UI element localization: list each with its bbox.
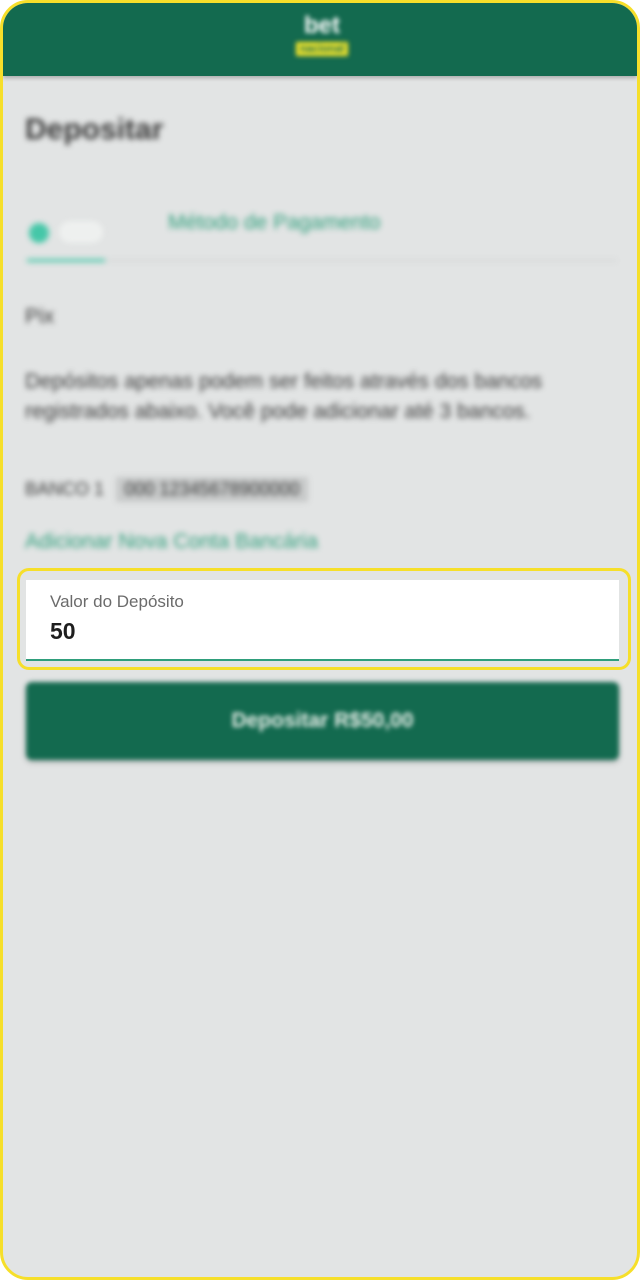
bank-account-value: 000 12345678900000: [116, 477, 308, 502]
logo-subtext: nacional: [296, 42, 348, 56]
bank-label: BANCO 1: [25, 479, 105, 499]
deposit-info-text: Depósitos apenas podem ser feitos atravé…: [25, 370, 543, 423]
step-label-payment-method[interactable]: Método de Pagamento: [168, 211, 380, 235]
step-active-underline: [27, 259, 105, 262]
deposit-button[interactable]: Depositar R$50,00: [26, 682, 619, 760]
deposit-amount-input[interactable]: [50, 618, 550, 645]
payment-stepper: Método de Pagamento: [25, 203, 617, 273]
deposit-amount-field[interactable]: Valor do Depósito: [26, 580, 619, 661]
step-indicator-active: [29, 223, 49, 243]
page-title: Depositar: [25, 113, 164, 146]
logo-wordmark: bet: [304, 12, 340, 39]
brand-logo[interactable]: bet nacional: [292, 12, 352, 62]
bank-account-row: BANCO 1 000 12345678900000: [25, 477, 308, 503]
step-divider: [105, 260, 617, 261]
step-indicator-inactive: [59, 221, 103, 243]
payment-method-label: Pix: [25, 305, 55, 328]
add-bank-account-link[interactable]: Adicionar Nova Conta Bancária: [25, 530, 318, 554]
deposit-button-label: Depositar R$50,00: [231, 709, 414, 732]
top-bar: bet nacional: [3, 3, 637, 76]
app-frame: bet nacional Depositar Método de Pagamen…: [0, 0, 640, 1280]
deposit-amount-label: Valor do Depósito: [50, 592, 184, 611]
